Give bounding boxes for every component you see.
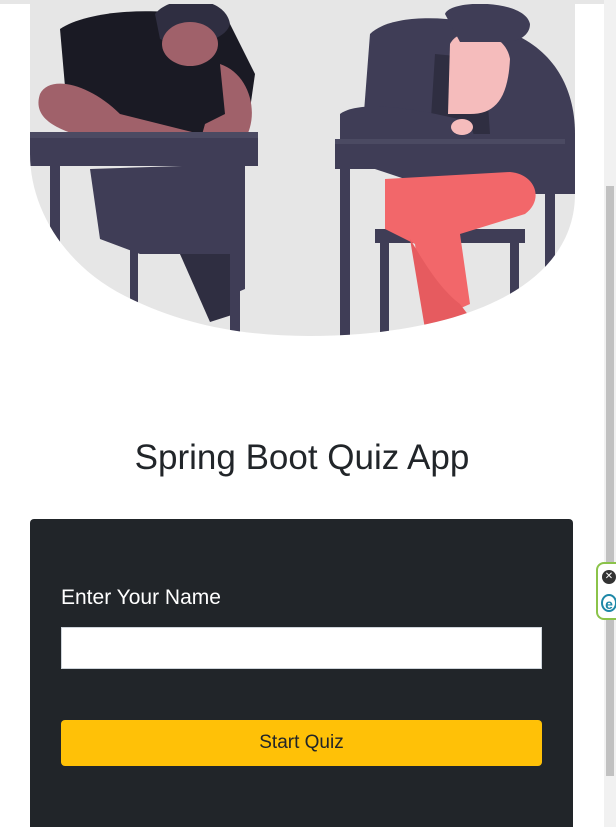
name-input[interactable] — [61, 627, 542, 669]
close-icon[interactable]: ✕ — [602, 570, 616, 584]
vertical-scrollbar[interactable] — [604, 0, 616, 827]
name-label: Enter Your Name — [61, 586, 221, 609]
browser-extension-badge[interactable]: ✕ e — [596, 562, 616, 620]
hero-illustration — [30, 4, 575, 339]
login-card: Enter Your Name Start Quiz — [30, 519, 573, 827]
scrollbar-thumb[interactable] — [606, 186, 614, 776]
page-title: Spring Boot Quiz App — [134, 438, 470, 478]
start-quiz-button[interactable]: Start Quiz — [61, 720, 542, 766]
extension-logo-icon[interactable]: e — [601, 594, 616, 612]
